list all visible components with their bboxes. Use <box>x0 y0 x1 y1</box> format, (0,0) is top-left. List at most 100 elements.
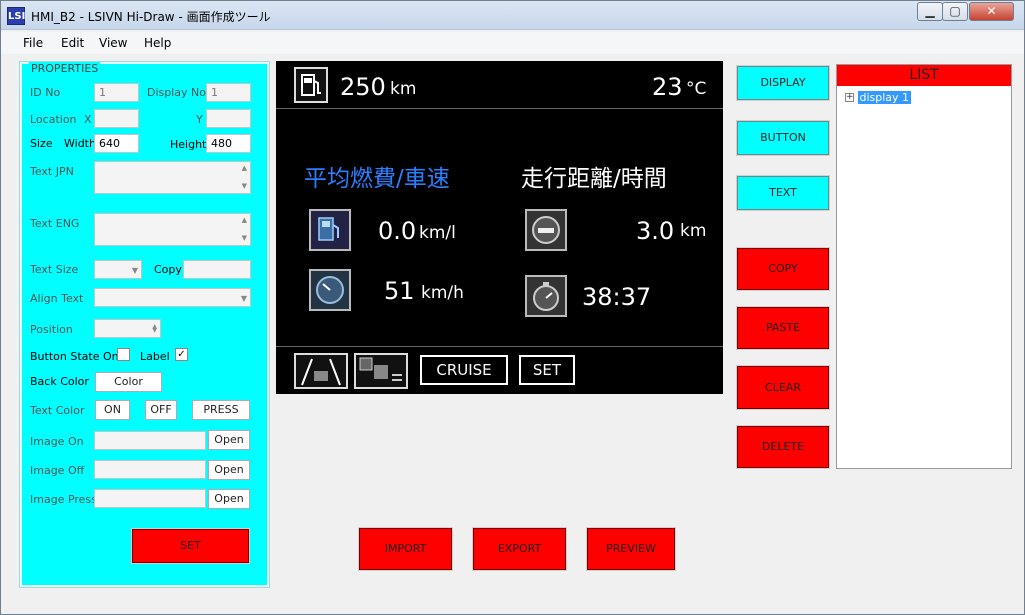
maximize-button[interactable]: ▢ <box>942 2 968 21</box>
fuel-efficiency-unit: km/l <box>419 223 456 243</box>
bottom-divider <box>276 346 723 347</box>
align-text-label: Align Text <box>30 292 84 305</box>
chevron-down-icon: ▼ <box>240 294 247 303</box>
stopwatch-icon[interactable] <box>525 275 567 317</box>
properties-legend: PROPERTIES <box>29 62 101 75</box>
image-on-field[interactable] <box>94 431 206 450</box>
window-title: HMI_B2 - LSIVN Hi-Draw - 画面作成ツール <box>31 10 271 24</box>
align-text-select[interactable]: ▼ <box>94 288 251 307</box>
id-no-field[interactable]: 1 <box>94 83 139 102</box>
add-display-button[interactable]: DISPLAY <box>736 65 830 101</box>
avg-fuel-speed-title: 平均燃費/車速 <box>304 166 450 192</box>
width-label: Width <box>64 137 96 150</box>
add-button-button[interactable]: BUTTON <box>736 120 830 156</box>
image-on-label: Image On <box>30 435 84 448</box>
menu-view[interactable]: View <box>99 36 127 50</box>
copy-field[interactable] <box>183 260 251 279</box>
fuel-efficiency-icon[interactable] <box>309 209 351 251</box>
location-y-label: Y <box>196 113 203 126</box>
button-state-label: Button State On <box>30 350 119 363</box>
fuel-efficiency-value: 0.0 <box>378 217 417 245</box>
hmi-canvas[interactable]: 250 km 23 °C 平均燃費/車速 走行距離/時間 0.0 km/l 3.… <box>276 61 723 394</box>
text-color-on-button[interactable]: ON <box>95 400 130 420</box>
text-color-press-button[interactable]: PRESS <box>192 400 250 420</box>
close-button[interactable]: ✕ <box>969 2 1014 21</box>
display-no-field[interactable]: 1 <box>206 83 251 102</box>
back-color-label: Back Color <box>30 375 89 388</box>
location-x-field[interactable] <box>94 109 139 128</box>
cruise-button[interactable]: CRUISE <box>420 355 508 385</box>
height-label: Height <box>170 138 207 151</box>
height-field[interactable]: 480 <box>206 134 251 153</box>
label-checkbox[interactable]: ✓ <box>175 348 188 361</box>
scroll-down-icon[interactable]: ▼ <box>242 232 247 245</box>
text-jpn-label: Text JPN <box>30 165 74 178</box>
button-state-checkbox[interactable] <box>117 348 130 361</box>
list-title: LIST <box>837 65 1011 86</box>
range-unit: km <box>390 79 417 99</box>
image-press-open-button[interactable]: Open <box>208 489 250 509</box>
position-stepper[interactable]: ▲ ▼ <box>94 319 161 338</box>
properties-panel: PROPERTIES ID No 1 Display No 1 Location… <box>19 61 270 588</box>
elapsed-time-value: 38:37 <box>582 283 652 311</box>
preview-button[interactable]: PREVIEW <box>586 527 676 571</box>
app-logo-icon: LSI <box>7 7 25 25</box>
copy-button[interactable]: COPY <box>736 247 830 291</box>
expand-icon[interactable]: + <box>845 92 854 102</box>
trip-distance-time-title: 走行距離/時間 <box>521 166 667 192</box>
label-checkbox-label: Label <box>140 350 170 363</box>
text-jpn-field[interactable]: ▲ ▼ <box>94 161 251 194</box>
import-button[interactable]: IMPORT <box>358 527 453 571</box>
text-eng-field[interactable]: ▲ ▼ <box>94 213 251 246</box>
export-button[interactable]: EXPORT <box>472 527 567 571</box>
scroll-up-icon[interactable]: ▲ <box>242 214 247 227</box>
menu-file[interactable]: File <box>23 36 43 50</box>
image-off-field[interactable] <box>94 460 206 479</box>
menu-help[interactable]: Help <box>144 36 171 50</box>
size-label: Size <box>30 137 53 150</box>
paste-button[interactable]: PASTE <box>736 306 830 350</box>
delete-button[interactable]: DELETE <box>736 425 830 469</box>
copy-label: Copy <box>154 263 182 276</box>
image-on-open-button[interactable]: Open <box>208 430 250 450</box>
menu-edit[interactable]: Edit <box>61 36 84 50</box>
text-size-label: Text Size <box>30 263 79 276</box>
properties-set-button[interactable]: SET <box>131 528 250 564</box>
tree-item-label[interactable]: display 1 <box>857 90 912 104</box>
adaptive-cruise-icon[interactable] <box>354 353 408 389</box>
top-divider <box>276 108 723 109</box>
app-window: LSI HMI_B2 - LSIVN Hi-Draw - 画面作成ツール ▁ ▢… <box>0 0 1025 615</box>
text-eng-label: Text ENG <box>30 217 80 230</box>
location-y-field[interactable] <box>206 109 251 128</box>
temperature-unit: °C <box>686 79 707 99</box>
hmi-set-button[interactable]: SET <box>519 355 575 385</box>
stepper-down-icon[interactable]: ▼ <box>152 324 157 337</box>
text-color-label: Text Color <box>30 404 85 417</box>
minimize-button[interactable]: ▁ <box>917 2 943 21</box>
title-bar: LSI HMI_B2 - LSIVN Hi-Draw - 画面作成ツール ▁ ▢… <box>1 1 1024 30</box>
location-label: Location <box>30 113 77 126</box>
menu-bar: File Edit View Help <box>1 32 1024 54</box>
tree-item-display-1[interactable]: + display 1 <box>845 90 912 104</box>
image-off-open-button[interactable]: Open <box>208 460 250 480</box>
fuel-pump-icon[interactable] <box>294 67 328 103</box>
list-panel: LIST + display 1 <box>836 64 1012 469</box>
odometer-icon[interactable] <box>525 209 567 251</box>
range-value: 250 <box>340 73 386 101</box>
speedometer-icon[interactable] <box>309 269 351 311</box>
text-color-off-button[interactable]: OFF <box>145 400 177 420</box>
add-text-button[interactable]: TEXT <box>736 175 830 211</box>
back-color-button[interactable]: Color <box>95 372 162 392</box>
image-off-label: Image Off <box>30 464 85 477</box>
chevron-down-icon: ▼ <box>131 266 138 275</box>
scroll-down-icon[interactable]: ▼ <box>242 180 247 193</box>
lane-assist-icon[interactable] <box>294 353 348 389</box>
text-size-select[interactable]: ▼ <box>94 260 142 279</box>
clear-button[interactable]: CLEAR <box>736 365 830 410</box>
distance-unit: km <box>680 221 707 241</box>
width-field[interactable]: 640 <box>94 134 139 153</box>
distance-value: 3.0 <box>636 217 675 245</box>
scroll-up-icon[interactable]: ▲ <box>242 162 247 175</box>
speed-value: 51 <box>384 277 415 305</box>
image-press-field[interactable] <box>94 489 206 508</box>
